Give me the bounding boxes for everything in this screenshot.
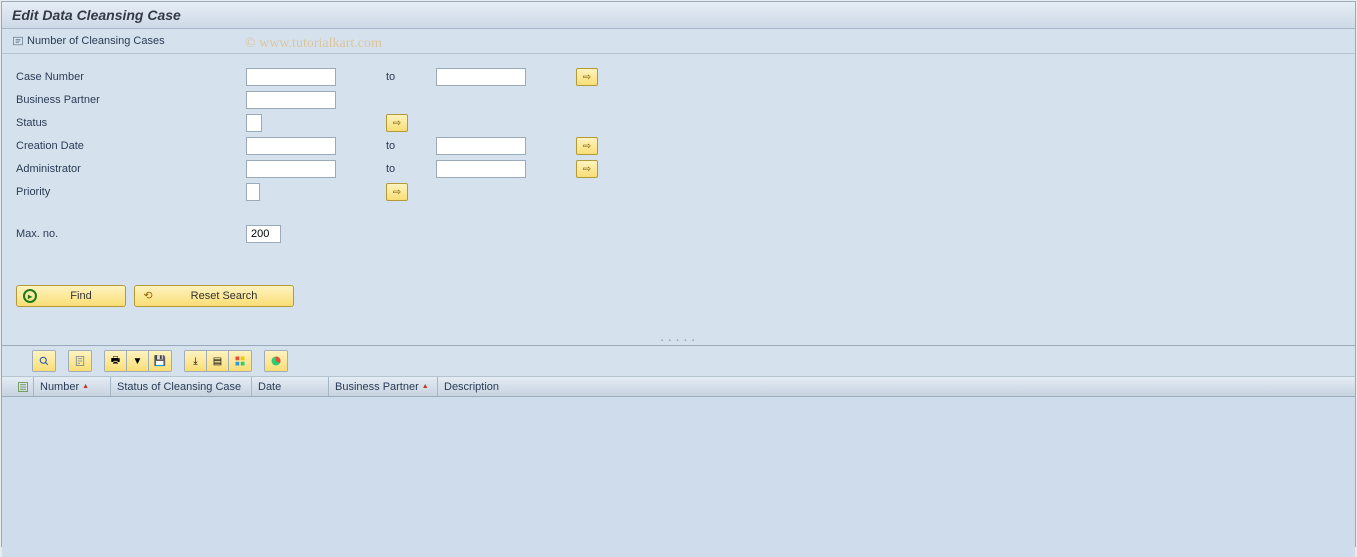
layout-button[interactable]: ▤	[207, 351, 229, 371]
export-icon: ⤓	[193, 356, 197, 367]
top-toolbar: Number of Cleansing Cases	[2, 29, 1355, 54]
details-icon	[38, 355, 50, 367]
administrator-label: Administrator	[16, 163, 246, 175]
status-label: Status	[16, 117, 246, 129]
administrator-range-button[interactable]: ⇨	[576, 160, 598, 178]
arrow-right-icon: ⇨	[393, 187, 401, 198]
result-toolbar: 🖶 ▼ 💾 ⤓ ▤	[2, 345, 1355, 377]
diskette-icon: 💾	[154, 356, 166, 367]
grid-icon	[234, 355, 246, 367]
sort-asc-icon: ▲	[422, 383, 429, 390]
status-range-button[interactable]: ⇨	[386, 114, 408, 132]
pie-chart-icon	[270, 355, 282, 367]
filter-button[interactable]: ▼	[127, 351, 149, 371]
table-header: Number ▲ Status of Cleansing Case Date B…	[2, 377, 1355, 397]
column-number[interactable]: Number ▲	[34, 377, 111, 396]
split-grip[interactable]: ▪ ▪ ▪ ▪ ▪	[2, 337, 1355, 345]
list-icon	[17, 381, 29, 393]
arrow-right-icon: ⇨	[583, 72, 591, 83]
print-button[interactable]: 🖶	[105, 351, 127, 371]
case-number-range-button[interactable]: ⇨	[576, 68, 598, 86]
save-button[interactable]: 💾	[149, 351, 171, 371]
status-input[interactable]	[246, 114, 262, 132]
case-number-label: Case Number	[16, 71, 246, 83]
business-partner-label: Business Partner	[16, 94, 246, 106]
administrator-to-label: to	[386, 163, 436, 175]
arrow-right-icon: ⇨	[393, 118, 401, 129]
column-date[interactable]: Date	[252, 377, 329, 396]
execute-icon: ▸	[23, 289, 37, 303]
column-bp-label: Business Partner	[335, 381, 419, 393]
creation-date-from-input[interactable]	[246, 137, 336, 155]
column-description[interactable]: Description	[438, 377, 1355, 396]
column-number-label: Number	[40, 381, 79, 393]
creation-date-range-button[interactable]: ⇨	[576, 137, 598, 155]
export-button[interactable]: ⤓	[185, 351, 207, 371]
sort-asc-button[interactable]	[69, 351, 91, 371]
reset-search-button[interactable]: ⟲ Reset Search	[134, 285, 294, 307]
creation-date-to-input[interactable]	[436, 137, 526, 155]
number-of-cases-link[interactable]: Number of Cleansing Cases	[12, 35, 165, 47]
max-no-label: Max. no.	[16, 228, 246, 240]
grid-button[interactable]	[229, 351, 251, 371]
column-desc-label: Description	[444, 381, 499, 393]
chart-button[interactable]	[265, 351, 287, 371]
sort-asc-icon	[74, 355, 86, 367]
find-button-label: Find	[43, 290, 119, 302]
print-icon: 🖶	[111, 353, 120, 370]
layout-icon: ▤	[213, 356, 222, 367]
priority-label: Priority	[16, 186, 246, 198]
business-partner-input[interactable]	[246, 91, 336, 109]
search-form: Case Number to ⇨ Business Partner Status…	[2, 54, 1355, 337]
filter-icon: ▼	[133, 356, 143, 367]
arrow-right-icon: ⇨	[583, 141, 591, 152]
column-date-label: Date	[258, 381, 281, 393]
arrow-right-icon: ⇨	[583, 164, 591, 175]
number-of-cases-label: Number of Cleansing Cases	[27, 35, 165, 47]
creation-date-to-label: to	[386, 140, 436, 152]
administrator-to-input[interactable]	[436, 160, 526, 178]
max-no-input[interactable]	[246, 225, 281, 243]
case-number-from-input[interactable]	[246, 68, 336, 86]
main-window: Edit Data Cleansing Case Number of Clean…	[1, 1, 1356, 547]
case-number-to-input[interactable]	[436, 68, 526, 86]
details-button[interactable]	[33, 351, 55, 371]
priority-input[interactable]	[246, 183, 260, 201]
column-status-label: Status of Cleansing Case	[117, 381, 241, 393]
case-number-to-label: to	[386, 71, 436, 83]
count-icon	[12, 35, 24, 47]
row-selector-header[interactable]	[12, 377, 34, 396]
priority-range-button[interactable]: ⇨	[386, 183, 408, 201]
creation-date-label: Creation Date	[16, 140, 246, 152]
find-button[interactable]: ▸ Find	[16, 285, 126, 307]
table-body	[2, 397, 1355, 557]
sort-asc-icon: ▲	[82, 383, 89, 390]
reset-icon: ⟲	[141, 289, 155, 303]
administrator-from-input[interactable]	[246, 160, 336, 178]
reset-button-label: Reset Search	[161, 290, 287, 302]
column-business-partner[interactable]: Business Partner ▲	[329, 377, 438, 396]
column-status[interactable]: Status of Cleansing Case	[111, 377, 252, 396]
page-title: Edit Data Cleansing Case	[2, 2, 1355, 29]
